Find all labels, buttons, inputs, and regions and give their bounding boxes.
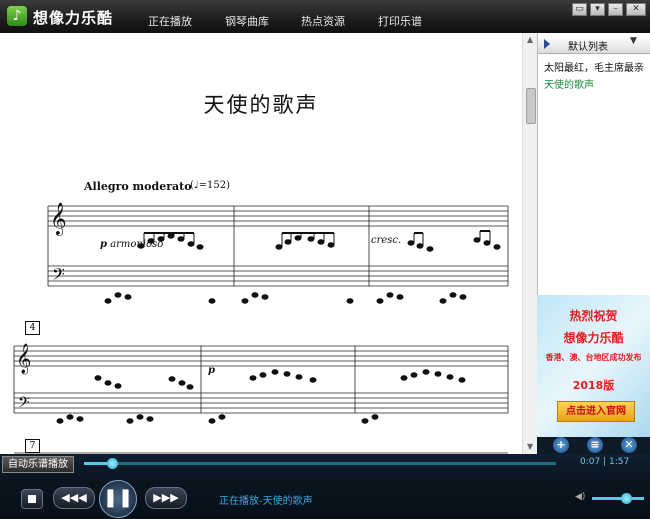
note-group xyxy=(137,232,204,250)
stop-button[interactable] xyxy=(21,489,43,509)
note-group xyxy=(407,230,501,252)
nav-now-playing[interactable]: 正在播放 xyxy=(148,13,192,29)
time-separator: | xyxy=(603,457,607,467)
add-icon[interactable]: + xyxy=(553,437,569,453)
nav-hot-resources[interactable]: 热点资源 xyxy=(301,13,345,29)
promo-version: 2018版 xyxy=(572,379,615,392)
time-display: 0:07 | 1:57 xyxy=(580,457,629,467)
progress-handle[interactable] xyxy=(107,458,119,469)
title-bar: ♪ 想像力乐酷 正在播放 钢琴曲库 热点资源 打印乐谱 ▭ ▾ – ✕ xyxy=(0,0,650,33)
close-button[interactable]: ✕ xyxy=(626,3,646,16)
promo-headline: 热烈祝贺 xyxy=(569,309,618,323)
volume-slider[interactable] xyxy=(592,493,644,504)
now-playing-text: 正在播放-天使的歌声 xyxy=(219,496,313,507)
dropdown-arrow-icon[interactable]: ▼ xyxy=(630,36,637,46)
playlist-item[interactable]: 太阳最红，毛主席最亲 xyxy=(544,59,644,74)
volume-handle[interactable] xyxy=(620,493,632,504)
nav-piano-library[interactable]: 钢琴曲库 xyxy=(225,13,269,29)
visit-website-button[interactable]: 点击进入官网 xyxy=(557,401,635,422)
staff-lines xyxy=(13,345,509,414)
nav-print-score[interactable]: 打印乐谱 xyxy=(378,13,422,29)
promo-line: 香港、澳、台地区成功发布 xyxy=(545,353,642,362)
scroll-down-icon[interactable]: ▼ xyxy=(527,442,533,451)
app-title: 想像力乐酷 xyxy=(33,9,114,27)
app-logo-icon: ♪ xyxy=(7,6,27,26)
score-scrollbar[interactable]: ▲ ▼ xyxy=(522,33,538,454)
playlist-panel: 默认列表 ▼ 太阳最红，毛主席最亲 天使的歌声 xyxy=(537,33,650,295)
auto-score-play-button[interactable]: 自动乐谱播放 xyxy=(2,456,74,473)
player-controls: 自动乐谱播放 0:07 | 1:57 ◀◀◀ ❚❚ ▶▶▶ 正在播放-天使的歌声… xyxy=(0,454,650,519)
treble-clef-icon: 𝄞 xyxy=(50,202,67,236)
scrollbar-thumb[interactable] xyxy=(526,88,536,124)
bass-clef-icon: 𝄢 xyxy=(52,264,65,288)
progress-bar[interactable] xyxy=(84,458,556,469)
scroll-up-icon[interactable]: ▲ xyxy=(527,35,533,44)
next-button[interactable]: ▶▶▶ xyxy=(145,487,187,509)
play-indicator-icon xyxy=(544,39,550,49)
playlist-header[interactable]: 默认列表 ▼ xyxy=(538,36,650,54)
previous-button[interactable]: ◀◀◀ xyxy=(53,487,95,509)
total-time: 1:57 xyxy=(609,457,630,467)
sheet-music-view[interactable]: 天使的歌声 Allegro moderato (♩=152) p armonio… xyxy=(0,33,522,454)
promo-brand: 想像力乐酷 xyxy=(563,331,624,345)
list-menu-icon[interactable]: ≡ xyxy=(587,437,603,453)
pause-button[interactable]: ❚❚ xyxy=(99,480,137,518)
bass-clef-icon: 𝄢 xyxy=(18,394,30,415)
menu-button[interactable]: ▾ xyxy=(590,3,605,16)
note-group xyxy=(275,232,335,250)
skin-button[interactable]: ▭ xyxy=(572,3,587,16)
playlist-item-active[interactable]: 天使的歌声 xyxy=(544,76,594,91)
note-group xyxy=(56,369,466,424)
stop-icon xyxy=(28,495,36,503)
minimize-button[interactable]: – xyxy=(608,3,623,16)
playlist-toolbar: + ≡ ✕ xyxy=(537,437,650,454)
volume-icon[interactable]: ◀) xyxy=(575,492,585,502)
playlist-title: 默认列表 xyxy=(568,42,608,53)
elapsed-time: 0:07 xyxy=(580,457,601,467)
staff-notation: 𝄞 𝄢 𝄞 𝄢 xyxy=(13,202,509,454)
promo-banner[interactable]: 热烈祝贺 想像力乐酷 香港、澳、台地区成功发布 2018版 点击进入官网 xyxy=(537,295,650,437)
treble-clef-icon: 𝄞 xyxy=(16,343,31,375)
remove-icon[interactable]: ✕ xyxy=(621,437,637,453)
note-group xyxy=(104,292,467,304)
